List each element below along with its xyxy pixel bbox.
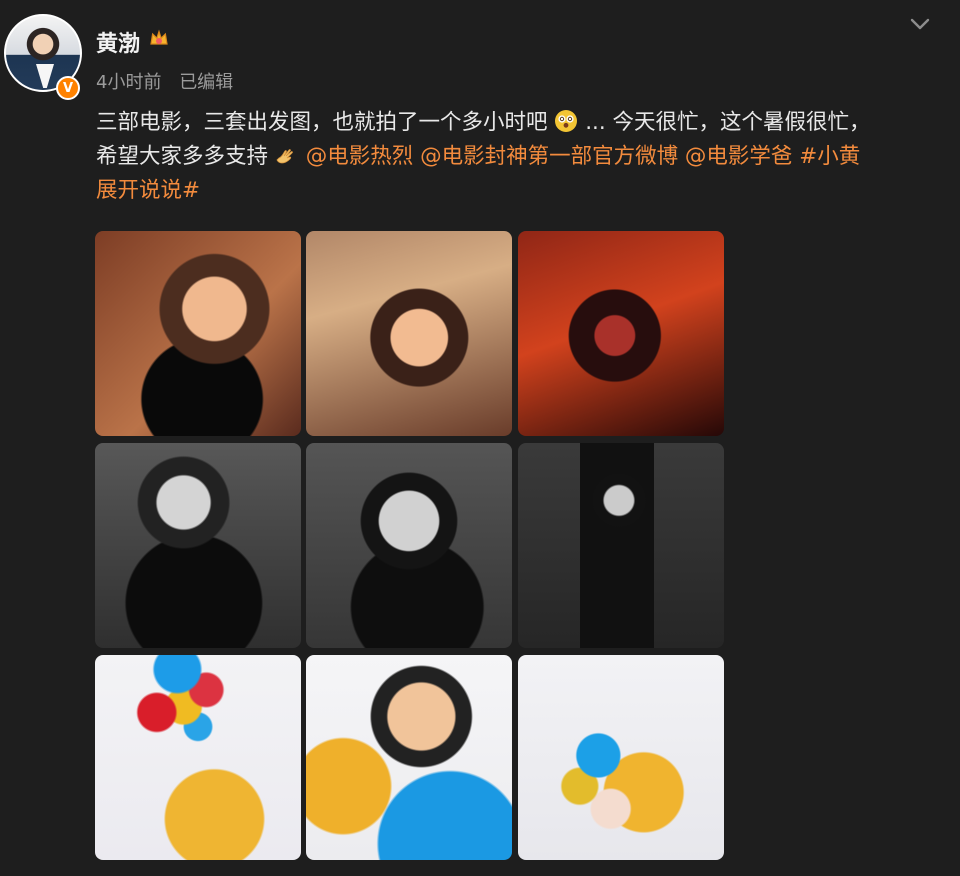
post-text: 三部电影，三套出发图，也就拍了一个多小时吧 ... 今天很忙，这个暑假很忙， 希… bbox=[96, 106, 926, 208]
photo-thumbnail[interactable] bbox=[95, 443, 301, 648]
photo-thumbnail[interactable] bbox=[95, 655, 301, 860]
post-time: 4小时前 bbox=[96, 72, 162, 93]
post-text-part-2: ... 今天很忙，这个暑假很忙， bbox=[585, 110, 871, 135]
crown-icon bbox=[150, 29, 168, 45]
post-text-space-3 bbox=[678, 144, 685, 169]
photo-thumbnail[interactable] bbox=[518, 655, 724, 860]
dizzy-face-icon bbox=[555, 110, 578, 132]
edited-label: 已编辑 bbox=[179, 72, 234, 93]
hashtag-link[interactable]: 展开说说# bbox=[96, 178, 200, 203]
photo-thumbnail[interactable] bbox=[306, 231, 512, 436]
post-text-part-3: 希望大家多多支持 bbox=[96, 144, 269, 169]
photo-thumbnail[interactable] bbox=[306, 443, 512, 648]
clapping-hands-icon bbox=[276, 149, 293, 164]
photo-thumbnail[interactable] bbox=[306, 655, 512, 860]
mention-link[interactable]: @电影封神第一部官方微博 bbox=[420, 144, 678, 169]
photo-grid bbox=[95, 231, 724, 860]
mention-link[interactable]: @电影学爸 bbox=[685, 144, 793, 169]
photo-thumbnail[interactable] bbox=[518, 231, 724, 436]
chevron-down-icon[interactable] bbox=[906, 10, 934, 38]
verified-badge: V bbox=[56, 76, 80, 100]
post-author[interactable]: 黄渤 bbox=[96, 26, 140, 58]
mention-link[interactable]: @电影热烈 bbox=[306, 144, 414, 169]
post-meta: 4小时前 已编辑 bbox=[96, 68, 233, 94]
avatar-shirt bbox=[36, 64, 54, 88]
photo-thumbnail[interactable] bbox=[518, 443, 724, 648]
hashtag-link[interactable]: #小黄 bbox=[799, 144, 860, 169]
photo-thumbnail[interactable] bbox=[95, 231, 301, 436]
post-text-part-1: 三部电影，三套出发图，也就拍了一个多小时吧 bbox=[96, 110, 548, 135]
